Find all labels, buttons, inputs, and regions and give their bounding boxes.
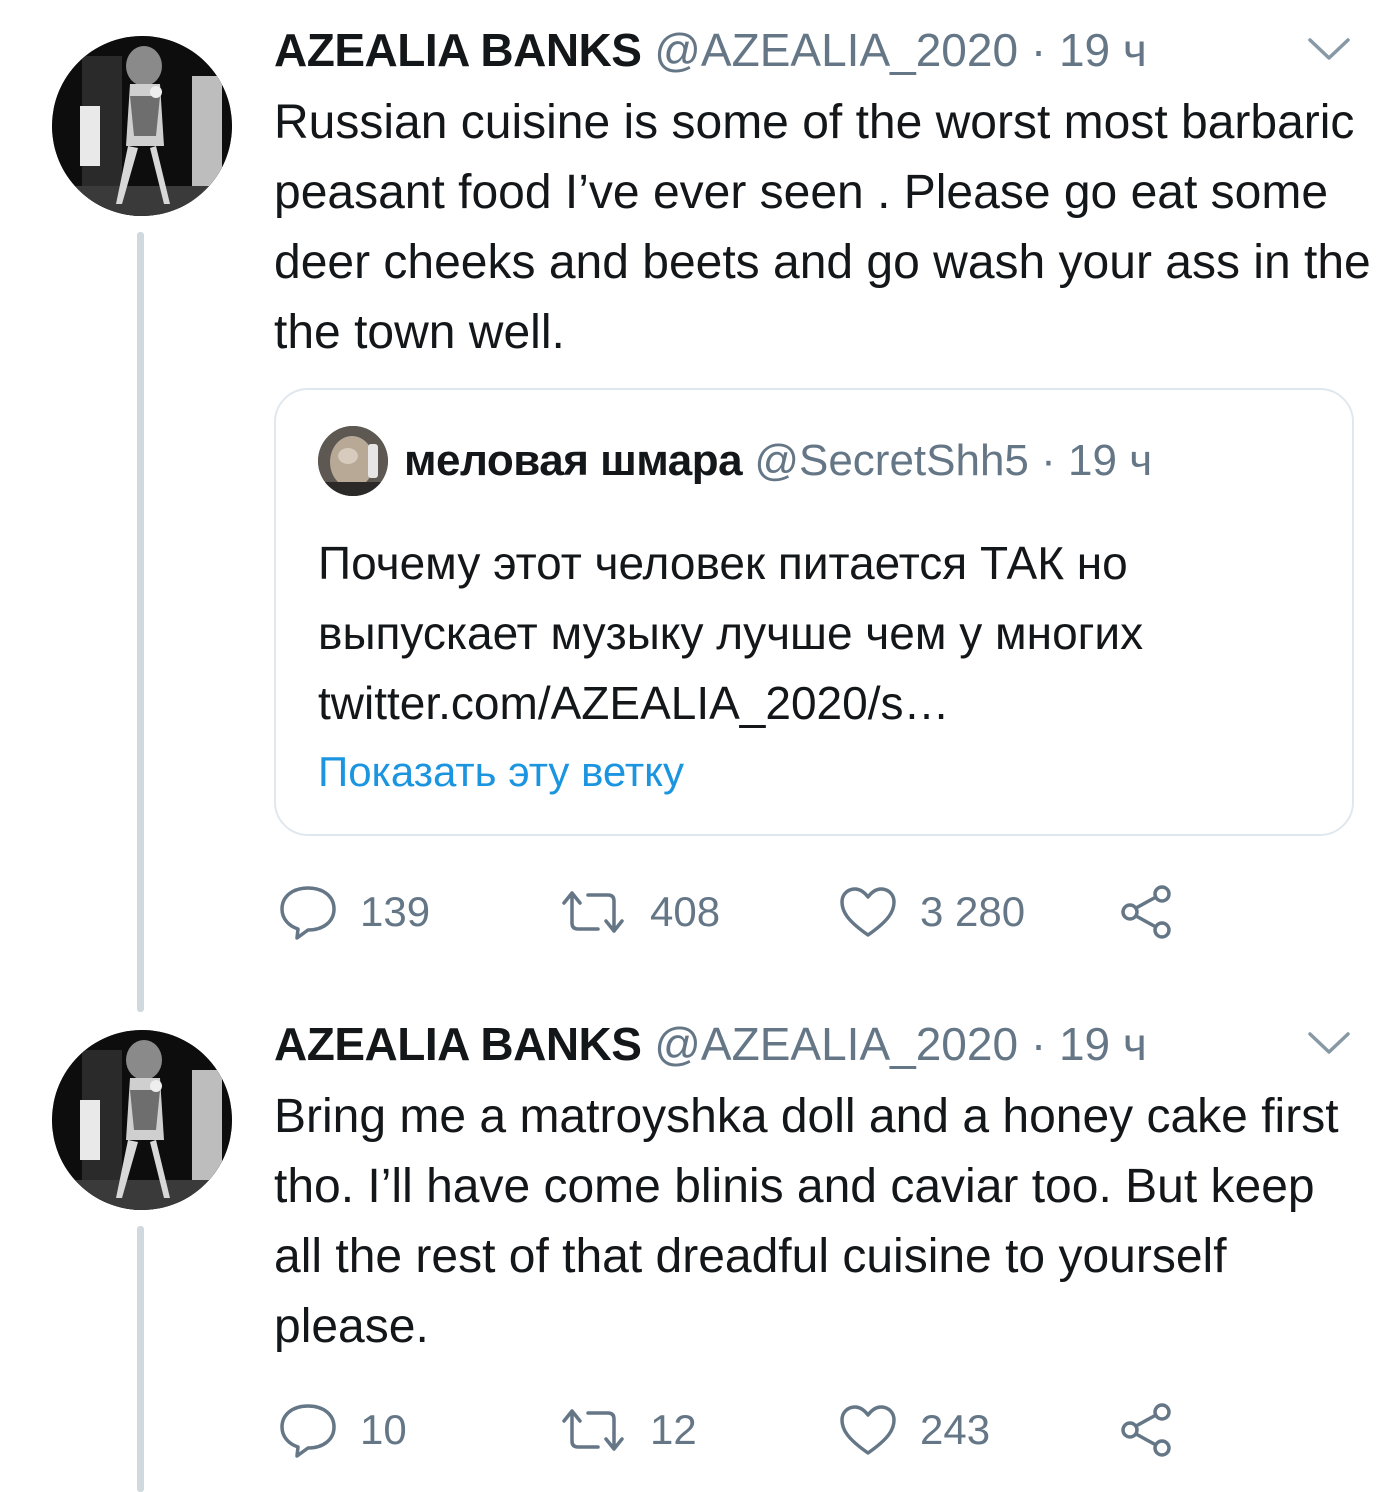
share-button[interactable] (1118, 1398, 1178, 1462)
author-handle[interactable]: @AZEALIA_2020 (654, 24, 1018, 76)
heart-icon (840, 1405, 896, 1455)
thread-line (137, 232, 144, 1012)
speech-bubble-icon (280, 886, 336, 940)
retweet-arrows-icon (562, 1409, 624, 1451)
tweet-text: Bring me a matroyshka doll and a honey c… (274, 1090, 1339, 1353)
tweet[interactable]: AZEALIA BANKS @AZEALIA_2020 · 19 ч Bring… (0, 994, 1400, 1492)
tweet[interactable]: AZEALIA BANKS @AZEALIA_2020 · 19 ч Russi… (0, 0, 1400, 1012)
reply-button[interactable]: 139 (278, 880, 430, 944)
tweet-header: AZEALIA BANKS @AZEALIA_2020 · 19 ч (274, 1016, 1147, 1072)
chevron-down-icon[interactable] (1306, 1028, 1352, 1058)
avatar[interactable] (52, 1030, 232, 1210)
separator: · (1030, 24, 1047, 76)
quoted-text: Почему этот человек питается ТАК но выпу… (318, 537, 1144, 659)
speech-bubble-icon (280, 1404, 336, 1458)
action-bar: 139 408 3 280 (274, 880, 1274, 944)
quoted-avatar-photo (318, 426, 388, 496)
share-button[interactable] (1118, 880, 1178, 944)
chevron-down-icon[interactable] (1306, 34, 1352, 64)
like-count: 243 (920, 1406, 991, 1453)
quoted-text-block: Почему этот человек питается ТАК но выпу… (318, 528, 1328, 738)
quoted-author-handle[interactable]: @SecretShh5 (754, 436, 1029, 485)
reply-count: 139 (360, 888, 431, 935)
tweet-header: AZEALIA BANKS @AZEALIA_2020 · 19 ч (274, 22, 1147, 78)
quoted-tweet[interactable]: меловая шмара @SecretShh5 · 19 ч Почему … (274, 388, 1354, 836)
separator: · (1030, 1018, 1047, 1070)
quoted-timestamp: 19 ч (1068, 436, 1153, 485)
quoted-avatar (318, 426, 388, 496)
reply-count: 10 (360, 1406, 407, 1453)
quoted-author-name[interactable]: меловая шмара (404, 436, 743, 485)
thread-line (137, 1226, 144, 1492)
share-nodes-icon (1121, 885, 1171, 939)
timestamp[interactable]: 19 ч (1059, 24, 1147, 76)
retweet-button[interactable]: 12 (558, 1398, 697, 1462)
avatar-photo (52, 36, 232, 216)
quoted-header: меловая шмара @SecretShh5 · 19 ч (404, 434, 1152, 488)
author-handle[interactable]: @AZEALIA_2020 (654, 1018, 1018, 1070)
timestamp[interactable]: 19 ч (1059, 1018, 1147, 1070)
author-name[interactable]: AZEALIA BANKS (274, 24, 642, 76)
quoted-link[interactable]: twitter.com/AZEALIA_2020/s… (318, 668, 1328, 738)
heart-icon (840, 887, 896, 937)
like-button[interactable]: 243 (838, 1398, 990, 1462)
show-thread-link[interactable]: Показать эту ветку (318, 746, 684, 798)
author-name[interactable]: AZEALIA BANKS (274, 1018, 642, 1070)
avatar-photo (52, 1030, 232, 1210)
retweet-count: 408 (650, 888, 721, 935)
like-button[interactable]: 3 280 (838, 880, 1025, 944)
share-nodes-icon (1121, 1403, 1171, 1457)
action-bar: 10 12 243 (274, 1398, 1274, 1462)
retweet-count: 12 (650, 1406, 697, 1453)
retweet-arrows-icon (562, 891, 624, 933)
reply-button[interactable]: 10 (278, 1398, 407, 1462)
retweet-button[interactable]: 408 (558, 880, 720, 944)
avatar[interactable] (52, 36, 232, 216)
tweet-text: Russian cuisine is some of the worst mos… (274, 96, 1371, 359)
separator: · (1041, 436, 1056, 485)
like-count: 3 280 (920, 888, 1026, 935)
